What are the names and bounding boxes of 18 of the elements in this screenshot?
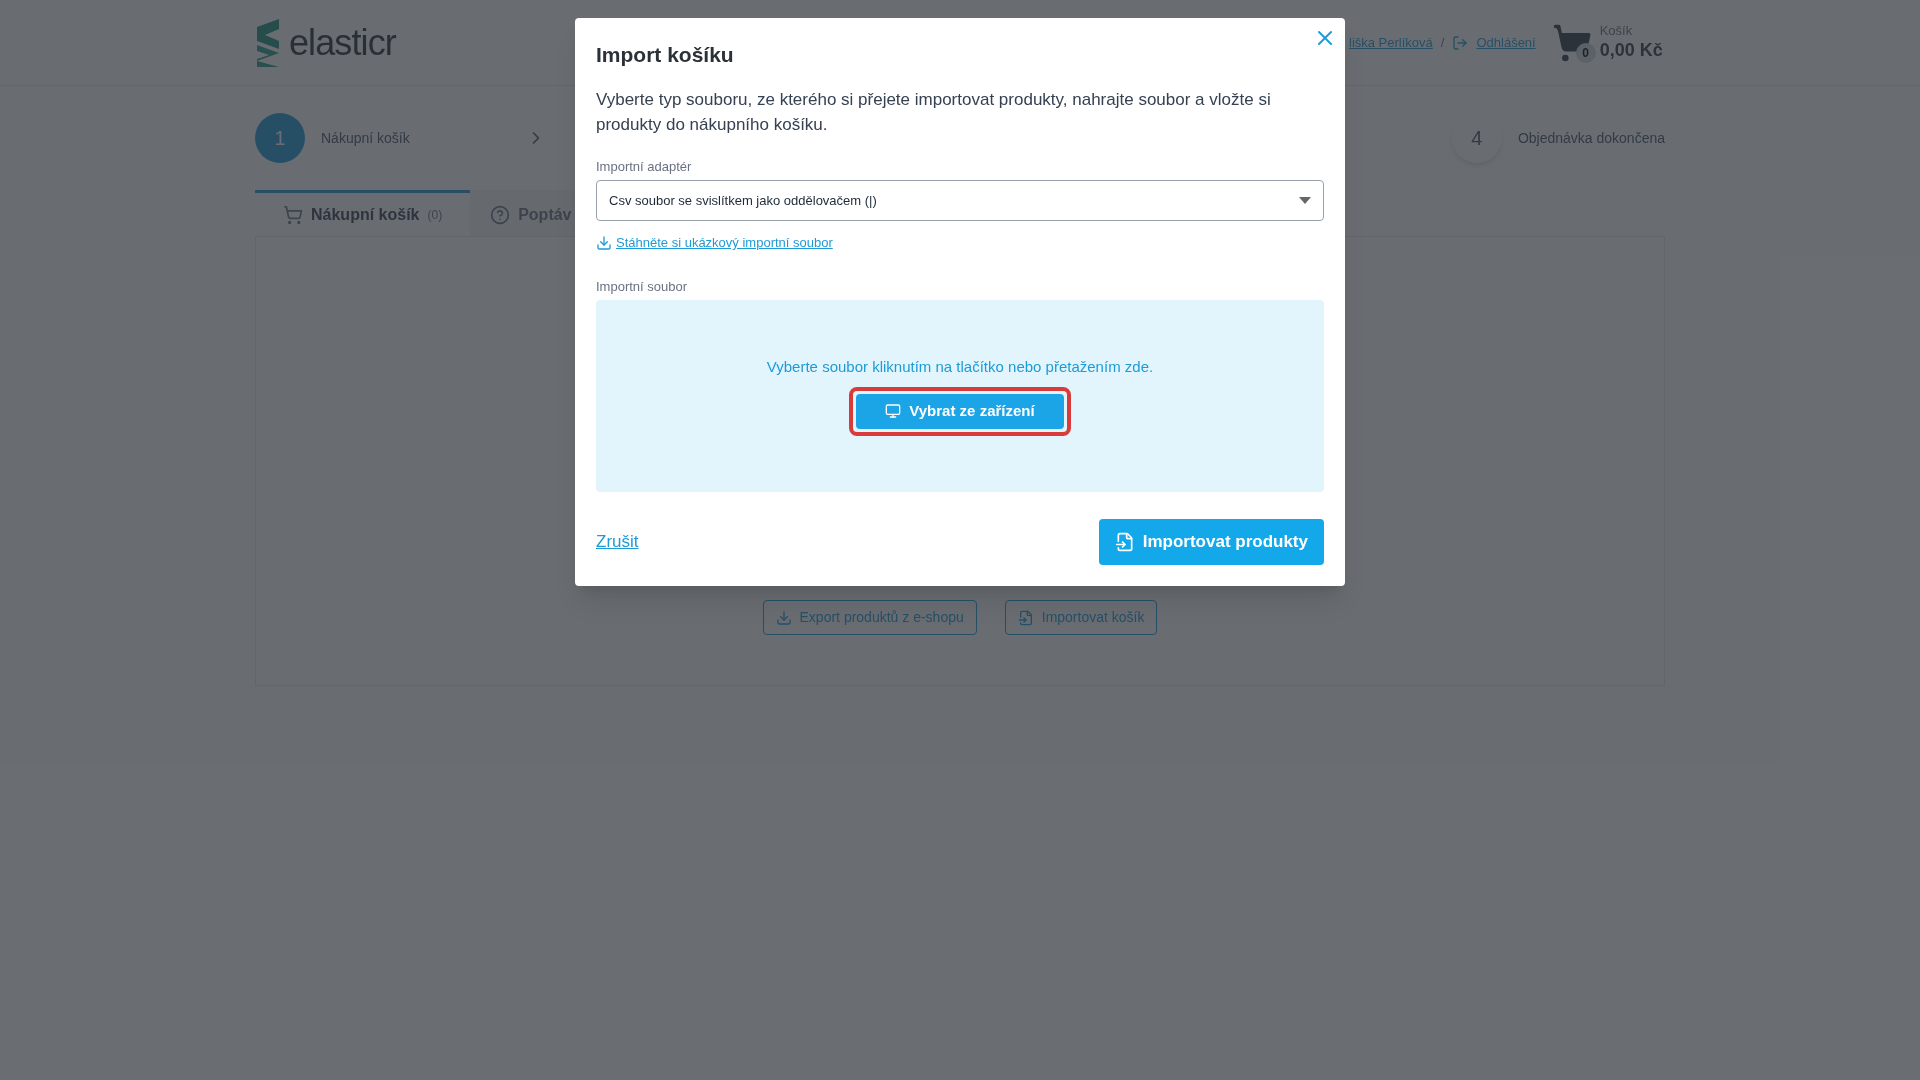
dropdown-triangle-icon (1299, 197, 1311, 204)
drop-zone-hint: Vyberte soubor kliknutím na tlačítko nebo přetažením zde. (766, 357, 1154, 378)
field-label: Importní soubor (596, 277, 689, 296)
adapter-select[interactable]: Csv soubor se svislítkem jako oddělovačem (|) (596, 180, 1324, 221)
dialog-description: Vyberte typ souboru, ze kterého si přejete importovat produkty, nahrajte soubor a vložte si produkty do nákupního košíku. (596, 88, 1272, 136)
field-label: Importní adaptér (596, 157, 693, 176)
file-import-icon (1114, 532, 1135, 552)
logo-text: elasticr (289, 20, 396, 65)
sample-file-link[interactable]: Stáhněte si ukázkový importní soubor (616, 233, 833, 253)
drop-zone[interactable]: Vyberte soubor kliknutím na tlačítko nebo přetažením zde. Vybrat ze zařízení (596, 300, 1324, 492)
cart-total: 0,00 Kč (1599, 39, 1663, 62)
monitor-icon (885, 403, 902, 420)
separator-text: / (1440, 33, 1445, 52)
download-icon (596, 234, 612, 251)
dialog-title: Import košíku (596, 42, 735, 68)
cancel-link[interactable]: Zrušit (596, 529, 639, 555)
choose-file-button[interactable]: Vybrat ze zařízení (856, 393, 1064, 429)
import-products-button[interactable]: Importovat produkty (1098, 519, 1324, 565)
